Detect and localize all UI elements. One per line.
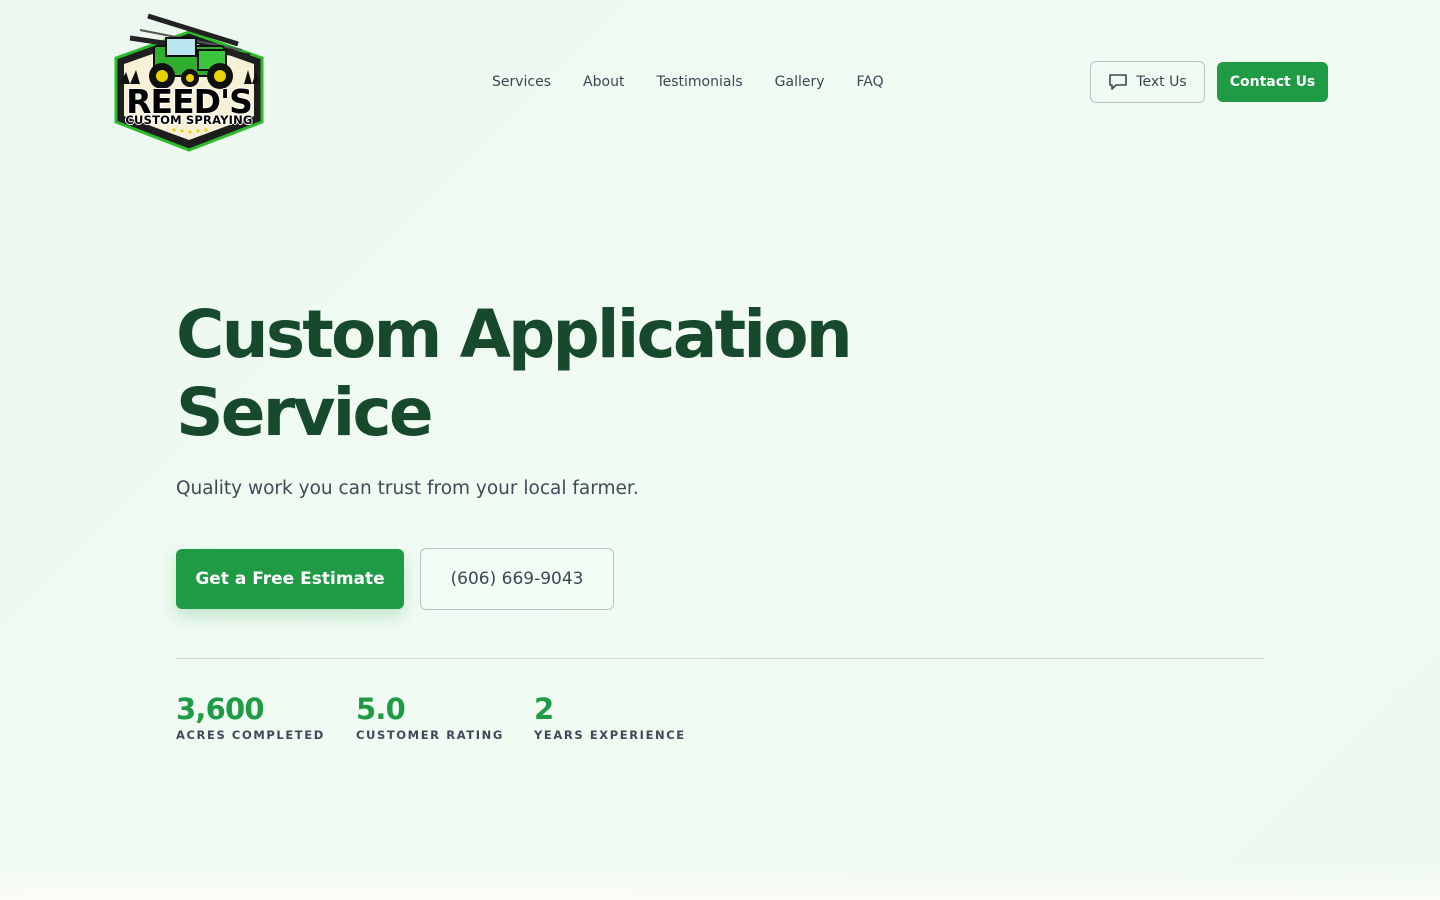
nav-about[interactable]: About (583, 72, 624, 92)
stat-rating: 5.0 CUSTOMER RATING (356, 692, 504, 742)
stat-value: 5.0 (356, 692, 406, 726)
chat-bubble-icon (1109, 74, 1128, 90)
hero-title-line1: Custom Application (176, 296, 853, 373)
site-header: REED'S CUSTOM SPRAYING Services About Te… (0, 0, 1440, 160)
stat-value: 3,600 (176, 692, 265, 726)
free-estimate-button[interactable]: Get a Free Estimate (176, 549, 404, 609)
hero-subtitle: Quality work you can trust from your loc… (176, 478, 639, 499)
text-us-label: Text Us (1136, 74, 1187, 90)
contact-us-button[interactable]: Contact Us (1217, 62, 1328, 102)
nav-testimonials[interactable]: Testimonials (656, 72, 742, 92)
stats-divider (176, 658, 1264, 659)
stat-label: CUSTOMER RATING (356, 728, 504, 742)
stat-value: 2 (534, 692, 554, 726)
nav-services[interactable]: Services (492, 72, 551, 92)
reeds-logo[interactable]: REED'S CUSTOM SPRAYING (110, 10, 268, 152)
stat-label: ACRES COMPLETED (176, 728, 325, 742)
hero-title-line2: Service (176, 374, 434, 451)
phone-button[interactable]: (606) 669-9043 (420, 548, 614, 610)
nav-faq[interactable]: FAQ (857, 72, 884, 92)
stat-acres: 3,600 ACRES COMPLETED (176, 692, 325, 742)
hero-title: Custom Application Service (176, 296, 936, 452)
sprayer-tractor-badge-icon (114, 13, 264, 152)
text-us-button[interactable]: Text Us (1090, 61, 1205, 103)
page: REED'S CUSTOM SPRAYING Services About Te… (0, 0, 1440, 900)
stat-label: YEARS EXPERIENCE (534, 728, 686, 742)
stat-experience: 2 YEARS EXPERIENCE (534, 692, 686, 742)
nav-gallery[interactable]: Gallery (775, 72, 825, 92)
logo-tagline-text: CUSTOM SPRAYING (125, 113, 253, 127)
main-nav: Services About Testimonials Gallery FAQ (492, 72, 884, 92)
